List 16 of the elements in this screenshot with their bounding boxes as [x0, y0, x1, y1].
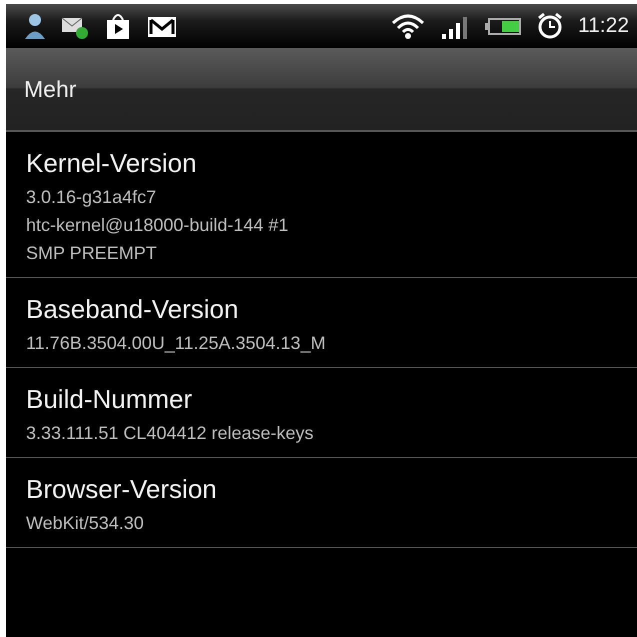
item-title: Kernel-Version — [26, 148, 198, 179]
alarm-clock-icon — [536, 12, 564, 40]
screen-title: Mehr — [24, 76, 76, 102]
item-title: Browser-Version — [26, 474, 218, 505]
item-value: SMP PREEMPT — [26, 242, 158, 265]
item-value: htc-kernel@u18000-build-144 #1 — [26, 214, 290, 237]
shopping-bag-icon — [104, 12, 132, 40]
wifi-icon — [390, 12, 426, 40]
item-value: 11.76B.3504.00U_11.25A.3504.13_M — [26, 332, 327, 355]
item-title: Baseband-Version — [26, 294, 240, 325]
item-title: Build-Nummer — [26, 384, 194, 415]
clock-time: 11:22 — [578, 14, 629, 38]
item-value: WebKit/534.30 — [26, 512, 145, 535]
item-value: 3.0.16-g31a4fc7 — [26, 186, 158, 209]
item-value: 3.33.111.51 CL404412 release-keys — [26, 422, 315, 445]
person-icon — [24, 12, 46, 40]
